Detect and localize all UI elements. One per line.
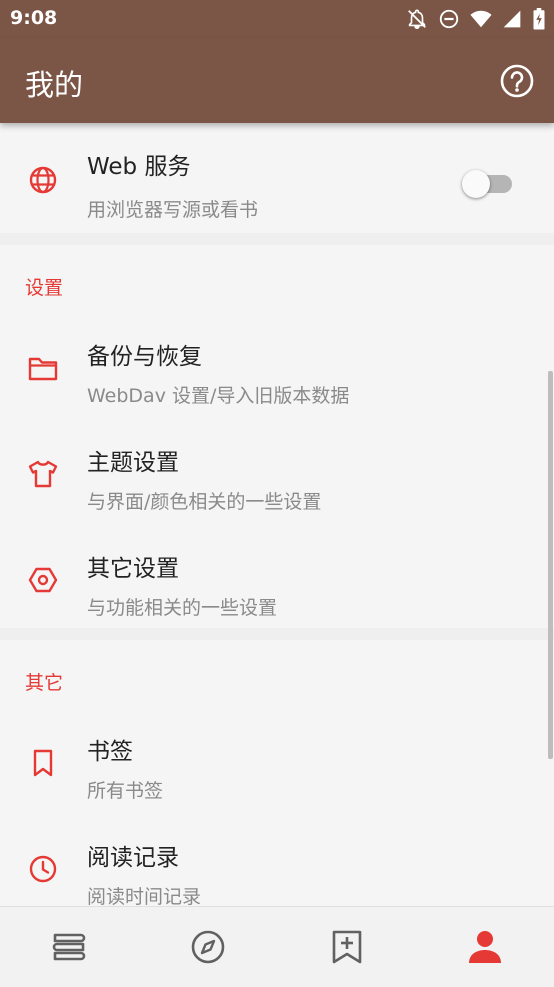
- content-list[interactable]: Web 服务 用浏览器写源或看书 设置 备份与恢复 WebDav 设置/导入旧版…: [0, 123, 554, 906]
- clock-icon: [29, 855, 57, 883]
- reading-record-subtitle: 阅读时间记录: [87, 886, 202, 906]
- bookmarks-title: 书签: [87, 739, 133, 765]
- web-service-item[interactable]: Web 服务 用浏览器写源或看书: [0, 127, 554, 233]
- other-settings-title: 其它设置: [87, 556, 179, 582]
- reading-record-item[interactable]: 阅读记录 阅读时间记录: [0, 816, 554, 906]
- rss-bookmark-icon: [332, 930, 362, 964]
- status-time: 9:08: [10, 7, 58, 29]
- wifi-icon: [470, 10, 492, 28]
- compass-icon: [191, 930, 225, 964]
- bookmark-icon: [33, 749, 53, 777]
- backup-restore-item[interactable]: 备份与恢复 WebDav 设置/导入旧版本数据: [0, 315, 554, 421]
- bookshelf-icon: [52, 933, 86, 961]
- battery-charging-icon: [533, 8, 545, 30]
- toggle-thumb: [462, 170, 490, 198]
- reading-record-title: 阅读记录: [87, 845, 179, 871]
- app-bar: 我的: [0, 38, 554, 123]
- bottom-navigation: [0, 906, 554, 987]
- theme-settings-title: 主题设置: [87, 450, 179, 476]
- other-settings-item[interactable]: 其它设置 与功能相关的一些设置: [0, 527, 554, 633]
- settings-section-title: 设置: [25, 277, 64, 299]
- help-circle-icon: [500, 64, 534, 98]
- status-icons: [406, 8, 546, 30]
- nav-bookshelf-button[interactable]: [49, 927, 89, 967]
- tshirt-icon: [28, 460, 58, 488]
- page-title: 我的: [25, 68, 84, 102]
- nav-my-button[interactable]: [465, 927, 505, 967]
- theme-settings-item[interactable]: 主题设置 与界面/颜色相关的一些设置: [0, 421, 554, 527]
- web-service-title: Web 服务: [87, 154, 191, 180]
- signal-icon: [503, 10, 521, 28]
- status-bar: 9:08: [0, 0, 554, 38]
- settings-card: 设置 备份与恢复 WebDav 设置/导入旧版本数据 主题设置 与界面/颜色相关…: [0, 245, 554, 628]
- bookmarks-item[interactable]: 书签 所有书签: [0, 710, 554, 816]
- nav-discover-button[interactable]: [188, 927, 228, 967]
- other-settings-subtitle: 与功能相关的一些设置: [87, 597, 278, 619]
- backup-restore-subtitle: WebDav 设置/导入旧版本数据: [87, 385, 350, 407]
- globe-icon: [29, 166, 57, 194]
- help-button[interactable]: [498, 62, 536, 100]
- other-card: 其它 书签 所有书签 阅读记录 阅读时间记录: [0, 640, 554, 906]
- web-service-toggle[interactable]: [462, 169, 514, 198]
- web-service-subtitle: 用浏览器写源或看书: [87, 199, 259, 221]
- hexagon-settings-icon: [28, 567, 58, 593]
- scrollbar[interactable]: [548, 371, 553, 759]
- theme-settings-subtitle: 与界面/颜色相关的一些设置: [87, 491, 322, 513]
- person-icon: [469, 931, 501, 963]
- folder-icon: [28, 357, 58, 381]
- web-service-card: Web 服务 用浏览器写源或看书: [0, 123, 554, 233]
- backup-restore-title: 备份与恢复: [87, 344, 202, 370]
- nav-rss-button[interactable]: [327, 927, 367, 967]
- notifications-off-icon: [408, 9, 426, 29]
- other-section-title: 其它: [25, 672, 64, 694]
- bookmarks-subtitle: 所有书签: [87, 780, 164, 802]
- do-not-disturb-icon: [439, 9, 459, 29]
